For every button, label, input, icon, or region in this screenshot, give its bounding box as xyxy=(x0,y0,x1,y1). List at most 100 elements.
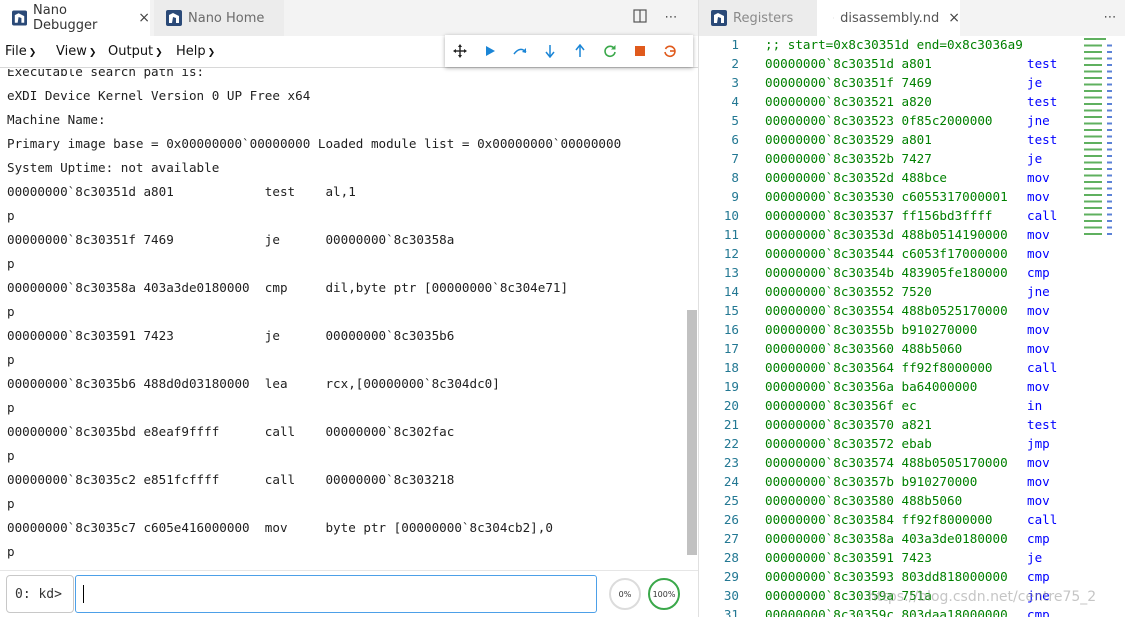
instruction-address: 00000000`8c30352d xyxy=(765,170,894,185)
instruction-address: 00000000`8c303570 xyxy=(765,417,894,432)
tab-nano-home[interactable]: Nano Home xyxy=(154,0,284,36)
line-number: 27 xyxy=(723,531,739,546)
line-number: 1 xyxy=(731,37,739,52)
nano-logo-icon xyxy=(166,10,182,26)
more-actions-icon[interactable]: ⋯ xyxy=(1101,9,1119,27)
line-number: 12 xyxy=(723,246,739,261)
line-number: 5 xyxy=(731,113,739,128)
minimap[interactable] xyxy=(1084,37,1120,237)
minimap-line xyxy=(1084,90,1102,92)
close-icon[interactable]: × xyxy=(138,10,150,26)
step-into-icon xyxy=(545,45,555,58)
minimap-line xyxy=(1084,38,1106,40)
split-editor-icon[interactable] xyxy=(631,9,649,27)
tab-nano-debugger[interactable]: Nano Debugger × xyxy=(0,0,150,36)
instruction-bytes: 0f85c2000000 xyxy=(901,113,993,128)
tab-disassembly[interactable]: disassembly.nd × xyxy=(817,0,960,36)
menu-view[interactable]: View ❯ xyxy=(56,44,96,59)
instruction-bytes: 488b5060 xyxy=(901,341,963,356)
minimap-line xyxy=(1107,174,1112,177)
command-input[interactable] xyxy=(75,575,597,613)
console-line: 00000000`8c3035b6 488d0d03180000 lea rcx… xyxy=(7,376,500,391)
console-line: 00000000`8c3035bd e8eaf9ffff call 000000… xyxy=(7,424,455,439)
line-number: 4 xyxy=(731,94,739,109)
instruction-bytes: 7423 xyxy=(901,550,932,565)
line-number: 28 xyxy=(723,550,739,565)
console-line: p xyxy=(7,448,15,463)
line-number: 3 xyxy=(731,75,739,90)
instruction-mnemonic: mov xyxy=(1027,189,1050,204)
continue-button[interactable] xyxy=(475,35,505,67)
minimap-line xyxy=(1084,213,1102,216)
menu-output[interactable]: Output ❯ xyxy=(108,44,163,59)
restart-button[interactable] xyxy=(595,35,625,67)
minimap-line xyxy=(1084,174,1102,177)
line-number: 31 xyxy=(723,607,739,617)
step-out-button[interactable] xyxy=(565,35,595,67)
stop-icon xyxy=(635,46,645,56)
step-into-button[interactable] xyxy=(535,35,565,67)
line-number: 13 xyxy=(723,265,739,280)
instruction-address: 00000000`8c30359c xyxy=(765,607,894,617)
instruction-address: 00000000`8c30356f xyxy=(765,398,894,413)
minimap-line xyxy=(1084,116,1102,118)
progress-gauge: 100% xyxy=(648,578,680,610)
minimap-line xyxy=(1084,70,1102,73)
instruction-mnemonic: test xyxy=(1027,56,1058,71)
minimap-line xyxy=(1107,226,1112,229)
console-scrollbar[interactable] xyxy=(687,310,697,555)
stop-button[interactable] xyxy=(625,35,655,67)
line-number: 29 xyxy=(723,569,739,584)
minimap-line xyxy=(1107,233,1112,235)
disassembly-line: 00000000`8c30357b b910270000 xyxy=(765,474,977,489)
instruction-mnemonic: mov xyxy=(1027,474,1050,489)
disassembly-header: ;; start=0x8c30351d end=0x8c3036a9 xyxy=(765,37,1023,52)
close-icon[interactable]: × xyxy=(948,10,960,26)
instruction-mnemonic: je xyxy=(1027,75,1043,90)
disconnect-button[interactable] xyxy=(655,35,685,67)
menu-label: Help xyxy=(176,44,206,59)
minimap-line xyxy=(1107,194,1112,196)
chevron-down-icon: ❯ xyxy=(28,48,37,58)
instruction-mnemonic: mov xyxy=(1027,322,1050,337)
minimap-line xyxy=(1084,129,1102,131)
minimap-line xyxy=(1084,207,1102,209)
disassembly-line: 00000000`8c303580 488b5060 xyxy=(765,493,962,508)
tab-registers[interactable]: Registers xyxy=(699,0,817,36)
instruction-bytes: ff156bd3ffff xyxy=(901,208,993,223)
menu-help[interactable]: Help ❯ xyxy=(176,44,215,59)
disassembly-line: 00000000`8c303570 a821 xyxy=(765,417,932,432)
instruction-bytes: b910270000 xyxy=(901,474,978,489)
step-over-button[interactable] xyxy=(505,35,535,67)
menu-file[interactable]: File ❯ xyxy=(5,44,36,59)
minimap-line xyxy=(1084,155,1102,157)
instruction-mnemonic: call xyxy=(1027,512,1058,527)
instruction-bytes: 488b0505170000 xyxy=(901,455,1008,470)
instruction-mnemonic: cmp xyxy=(1027,531,1050,546)
minimap-line xyxy=(1084,103,1102,105)
disassembly-line: 00000000`8c303552 7520 xyxy=(765,284,932,299)
console-line: Primary image base = 0x00000000`00000000… xyxy=(7,136,622,151)
left-tab-bar: Nano Debugger × Nano Home ⋯ xyxy=(0,0,698,36)
minimap-line xyxy=(1107,220,1112,222)
more-actions-icon[interactable]: ⋯ xyxy=(662,9,680,27)
instruction-bytes: 488bce xyxy=(901,170,948,185)
instruction-address: 00000000`8c303584 xyxy=(765,512,894,527)
move-toolbar-button[interactable] xyxy=(445,35,475,67)
minimap-line xyxy=(1084,148,1102,151)
instruction-address: 00000000`8c303544 xyxy=(765,246,894,261)
instruction-bytes: 488b0525170000 xyxy=(901,303,1008,318)
debugger-pane: Nano Debugger × Nano Home ⋯ File ❯ View ❯ … xyxy=(0,0,698,617)
tab-label: Nano Home xyxy=(188,10,265,26)
console-output: Executable search path is: eXDI Device Ke… xyxy=(0,69,686,563)
minimap-line xyxy=(1107,129,1112,131)
line-number: 16 xyxy=(723,322,739,337)
instruction-mnemonic: mov xyxy=(1027,303,1050,318)
console-line: 00000000`8c30351d a801 test al,1 xyxy=(7,184,356,199)
line-number: 18 xyxy=(723,360,739,375)
disassembly-line: 00000000`8c30352b 7427 xyxy=(765,151,932,166)
disassembly-editor[interactable]: 1;; start=0x8c30351d end=0x8c3036a9 2 0000… xyxy=(699,36,1125,617)
menu-label: Output xyxy=(108,44,154,59)
instruction-mnemonic: mov xyxy=(1027,227,1050,242)
line-number: 22 xyxy=(723,436,739,451)
